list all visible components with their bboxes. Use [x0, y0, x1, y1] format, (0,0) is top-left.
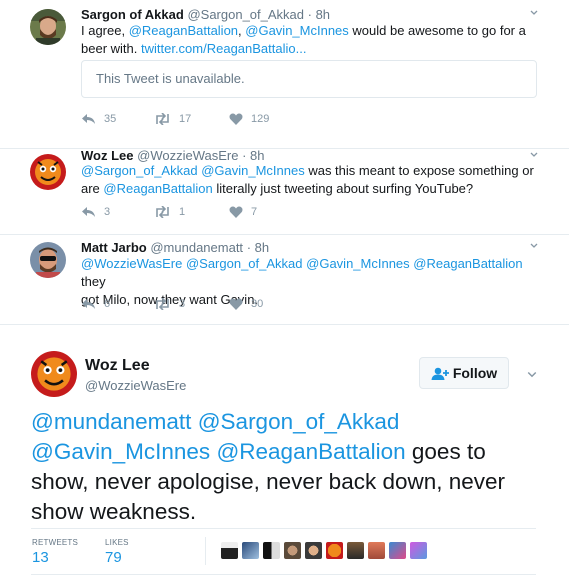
like-count: 30 — [251, 298, 264, 310]
reply-icon — [82, 207, 95, 217]
user-name[interactable]: Sargon of Akkad — [81, 7, 184, 22]
liker-avatar[interactable] — [305, 542, 322, 559]
liker-avatar[interactable] — [389, 542, 406, 559]
chevron-down-icon[interactable] — [530, 151, 538, 159]
mention[interactable]: @mundanematt — [31, 409, 191, 434]
reply-tweet-sargon[interactable]: Sargon of Akkad @Sargon_of_Akkad · 8h I … — [0, 0, 569, 149]
like-count: 129 — [251, 113, 270, 125]
divider — [205, 537, 206, 565]
reply-tweet-wozlee[interactable]: Woz Lee @WozzieWasEre · 8h @Sargon_of_Ak… — [0, 148, 569, 235]
user-handle[interactable]: @WozzieWasEre — [85, 378, 186, 393]
reply-button[interactable]: 3 — [81, 206, 110, 218]
mention[interactable]: @Sargon_of_Akkad — [186, 256, 303, 271]
tweet-header: Woz Lee @WozzieWasEre · 8h — [81, 148, 264, 163]
chevron-down-icon[interactable] — [530, 9, 538, 17]
like-button[interactable]: 7 — [229, 206, 257, 218]
tweet-actions: 3 1 7 — [81, 206, 381, 222]
retweet-count: 3 — [179, 298, 186, 310]
avatar[interactable] — [30, 9, 66, 45]
user-handle[interactable]: @Sargon_of_Akkad — [187, 7, 304, 22]
retweet-button[interactable]: 17 — [154, 113, 191, 125]
heart-icon — [229, 298, 243, 310]
avatar[interactable] — [30, 154, 66, 190]
tweet-actions: 35 17 129 — [81, 113, 381, 129]
reply-icon — [82, 299, 95, 309]
retweet-count: 17 — [179, 113, 192, 125]
mention[interactable]: @ReaganBattalion — [103, 181, 212, 196]
mention[interactable]: @Gavin_McInnes — [306, 256, 410, 271]
tweet-link[interactable]: twitter.com/ReaganBattalio... — [141, 41, 306, 56]
tweet-stats: RETWEETS 13 LIKES 79 — [31, 528, 536, 575]
liker-avatar[interactable] — [410, 542, 427, 559]
avatar[interactable] — [30, 242, 66, 278]
heart-icon — [229, 113, 243, 125]
liker-avatar[interactable] — [347, 542, 364, 559]
reply-tweet-mattjarbo[interactable]: Matt Jarbo @mundanematt · 8h @WozzieWasE… — [0, 234, 569, 325]
add-user-icon — [431, 367, 449, 380]
user-name[interactable]: Matt Jarbo — [81, 240, 147, 255]
quoted-tweet-unavailable: This Tweet is unavailable. — [81, 60, 537, 98]
tweet-text: I agree, @ReaganBattalion, @Gavin_McInne… — [81, 23, 526, 56]
user-name[interactable]: Woz Lee — [81, 148, 134, 163]
retweets-count[interactable]: 13 — [32, 549, 49, 566]
retweet-button[interactable]: 1 — [154, 206, 185, 218]
timestamp[interactable]: · 8h — [242, 148, 264, 163]
retweet-icon — [156, 206, 169, 218]
mention[interactable]: @Sargon_of_Akkad — [198, 409, 400, 434]
chevron-down-icon[interactable] — [527, 370, 537, 380]
tweet-header: Matt Jarbo @mundanematt · 8h — [81, 240, 269, 255]
mention[interactable]: @ReaganBattalion — [216, 439, 405, 464]
retweet-icon — [156, 113, 169, 125]
follow-label: Follow — [452, 365, 498, 381]
likes-label: LIKES — [105, 538, 129, 547]
avatar[interactable] — [31, 351, 77, 397]
tweet-text: @Sargon_of_Akkad @Gavin_McInnes was this… — [81, 163, 534, 196]
timestamp[interactable]: · 8h — [247, 240, 269, 255]
timestamp[interactable]: · 8h — [308, 7, 330, 22]
chevron-down-icon[interactable] — [530, 242, 538, 250]
user-handle[interactable]: @WozzieWasEre — [137, 148, 238, 163]
mention[interactable]: @ReaganBattalion — [129, 23, 238, 38]
reply-count: 3 — [104, 206, 111, 218]
tweet-header: Sargon of Akkad @Sargon_of_Akkad · 8h — [81, 7, 330, 22]
liker-avatar[interactable] — [326, 542, 343, 559]
reply-button[interactable]: 6 — [81, 298, 110, 310]
reply-count: 6 — [104, 298, 111, 310]
retweet-count: 1 — [179, 206, 186, 218]
reply-button[interactable]: 35 — [81, 113, 116, 125]
tweet-text: @mundanematt @Sargon_of_Akkad @Gavin_McI… — [31, 407, 541, 527]
mention[interactable]: @Gavin_McInnes — [245, 23, 349, 38]
liker-avatar[interactable] — [284, 542, 301, 559]
liker-avatar[interactable] — [242, 542, 259, 559]
user-name[interactable]: Woz Lee — [85, 357, 150, 375]
like-button[interactable]: 30 — [229, 298, 263, 310]
user-handle[interactable]: @mundanematt — [150, 240, 243, 255]
mention[interactable]: @Sargon_of_Akkad — [81, 163, 198, 178]
mention[interactable]: @Gavin_McInnes — [31, 439, 210, 464]
reply-count: 35 — [104, 113, 117, 125]
liker-avatar[interactable] — [221, 542, 238, 559]
heart-icon — [229, 206, 243, 218]
likes-count[interactable]: 79 — [105, 549, 122, 566]
follow-button[interactable]: Follow — [419, 357, 509, 389]
mention[interactable]: @Gavin_McInnes — [201, 163, 305, 178]
like-button[interactable]: 129 — [229, 113, 269, 125]
tweet-actions: 6 3 30 — [81, 298, 381, 314]
reply-icon — [82, 114, 95, 124]
liker-avatar[interactable] — [368, 542, 385, 559]
mention[interactable]: @WozzieWasEre — [81, 256, 182, 271]
liker-avatar[interactable] — [263, 542, 280, 559]
like-count: 7 — [251, 206, 258, 218]
retweet-button[interactable]: 3 — [154, 298, 185, 310]
retweets-label: RETWEETS — [32, 538, 79, 547]
mention[interactable]: @ReaganBattalion — [413, 256, 522, 271]
liker-avatars — [221, 542, 431, 559]
retweet-icon — [156, 298, 169, 310]
